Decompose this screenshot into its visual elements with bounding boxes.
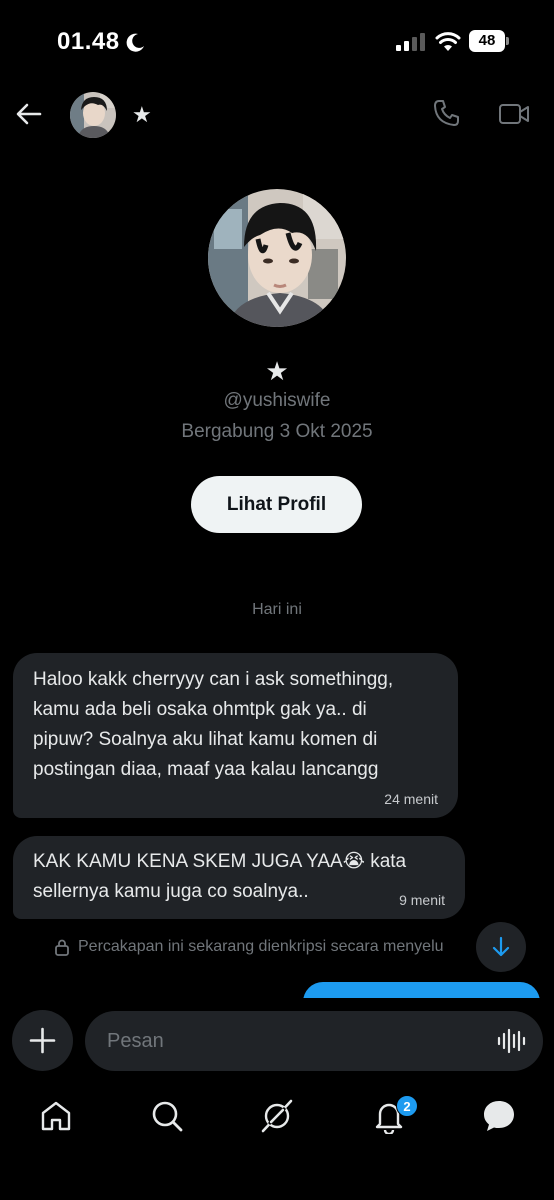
battery-tip xyxy=(506,37,509,45)
message-text: KAK KAMU KENA SKEM JUGA YAA😭 kata seller… xyxy=(33,851,407,902)
wifi-icon xyxy=(435,30,461,52)
date-separator: Hari ini xyxy=(252,601,302,618)
view-profile-button[interactable]: Lihat Profil xyxy=(191,476,362,533)
signal-icon xyxy=(396,33,426,51)
profile-handle: @yushiswife xyxy=(223,390,331,411)
nav-home[interactable] xyxy=(38,1098,74,1134)
phone-icon xyxy=(434,100,459,126)
arrow-down-icon xyxy=(492,936,510,957)
encryption-notice[interactable]: Percakapan ini sekarang dienkripsi secar… xyxy=(54,935,474,959)
battery-indicator: 48 xyxy=(469,30,509,52)
voice-wave-icon xyxy=(497,1028,526,1054)
message-text: Haloo kakk cherryyy can i ask somethingg… xyxy=(33,669,394,780)
back-button[interactable] xyxy=(14,99,44,129)
nav-messages[interactable] xyxy=(481,1098,517,1134)
back-arrow-icon xyxy=(16,103,42,125)
status-time: 01.48 xyxy=(57,28,146,56)
header-display-name[interactable]: ★ xyxy=(132,102,152,128)
grok-icon xyxy=(261,1099,293,1133)
plus-icon xyxy=(29,1027,56,1054)
scroll-to-bottom-button[interactable] xyxy=(476,922,526,972)
add-attachment-button[interactable] xyxy=(12,1010,73,1071)
bottom-navigation: 2 xyxy=(0,1088,554,1200)
profile-joined-date: Bergabung 3 Okt 2025 xyxy=(181,421,373,442)
video-icon xyxy=(499,104,529,124)
message-timestamp: 24 menit xyxy=(384,791,438,807)
incoming-message[interactable]: Haloo kakk cherryyy can i ask somethingg… xyxy=(13,653,458,818)
battery-level: 48 xyxy=(469,30,505,52)
conversation-header: ★ xyxy=(0,85,554,145)
lock-icon xyxy=(54,938,70,956)
message-timestamp: 9 menit xyxy=(399,892,445,908)
incoming-message[interactable]: KAK KAMU KENA SKEM JUGA YAA😭 kata seller… xyxy=(13,836,465,919)
video-call-button[interactable] xyxy=(498,100,530,128)
message-input[interactable] xyxy=(85,1011,543,1071)
status-time-text: 01.48 xyxy=(57,28,120,55)
header-avatar[interactable] xyxy=(70,92,116,138)
profile-display-name: ★ xyxy=(265,356,289,386)
search-icon xyxy=(152,1101,183,1132)
nav-grok[interactable] xyxy=(259,1098,295,1134)
voice-call-button[interactable] xyxy=(432,98,462,128)
encryption-notice-text: Percakapan ini sekarang dienkripsi secar… xyxy=(78,938,444,955)
nav-search[interactable] xyxy=(149,1098,185,1134)
profile-avatar[interactable] xyxy=(208,189,346,327)
moon-icon xyxy=(124,31,146,53)
messages-icon xyxy=(484,1101,514,1131)
notification-count-badge: 2 xyxy=(396,1095,418,1117)
message-composer xyxy=(0,998,554,1088)
voice-message-button[interactable] xyxy=(496,1026,526,1056)
home-icon xyxy=(41,1101,71,1131)
status-bar: 01.48 48 xyxy=(0,0,554,82)
